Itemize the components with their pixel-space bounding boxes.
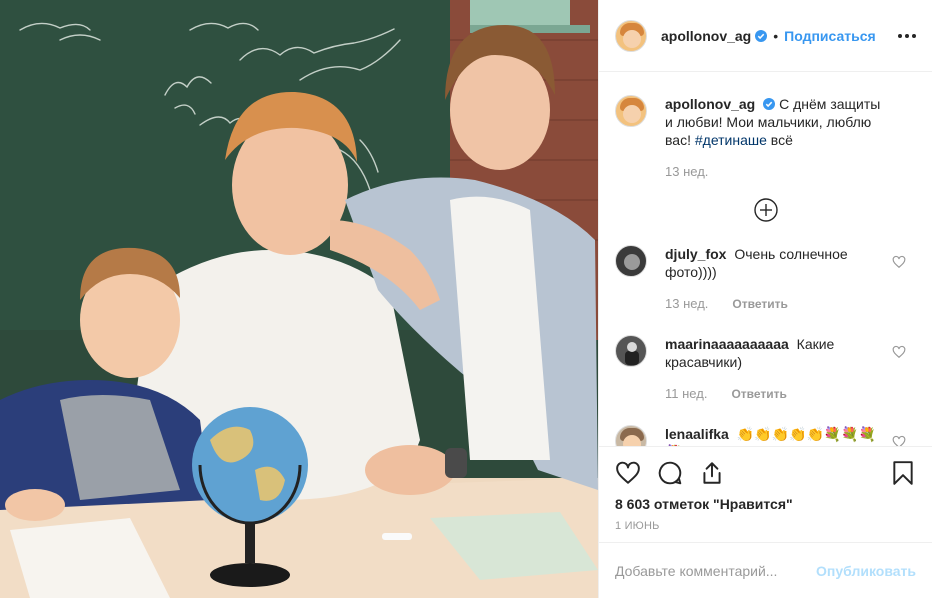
separator-dot: • bbox=[773, 27, 779, 44]
post-date[interactable]: 1 июнь bbox=[615, 520, 916, 532]
comment-like-icon[interactable] bbox=[892, 345, 906, 359]
caption-avatar[interactable] bbox=[615, 95, 647, 127]
author-username[interactable]: apollonov_ag bbox=[661, 28, 751, 44]
comment-like-icon[interactable] bbox=[892, 255, 906, 269]
load-more-comments bbox=[615, 181, 916, 223]
comment-meta: 13 нед. Ответить bbox=[665, 295, 887, 313]
verified-badge-icon bbox=[763, 98, 776, 110]
commenter-username[interactable]: maarinaaaaaaaaaa bbox=[665, 336, 789, 352]
post-side-panel: apollonov_ag • Подписаться apollonov_ag … bbox=[598, 0, 932, 598]
commenter-avatar[interactable] bbox=[615, 335, 647, 367]
add-comment-bar: Опубликовать bbox=[599, 542, 932, 598]
caption-body: apollonov_ag С днём защиты и любви! Мои … bbox=[665, 95, 887, 181]
action-icons bbox=[615, 447, 916, 499]
reply-button[interactable]: Ответить bbox=[732, 295, 787, 313]
publish-button[interactable]: Опубликовать bbox=[816, 563, 916, 579]
comment-body: lenaalifka 👏👏👏👏👏💐💐💐💐 bbox=[665, 425, 887, 446]
caption-meta: 13 нед. bbox=[665, 163, 887, 181]
comment-item: djuly_fox Очень солнечное фото)))) 13 не… bbox=[615, 223, 916, 313]
commenter-username[interactable]: djuly_fox bbox=[665, 246, 726, 262]
commenter-username[interactable]: lenaalifka bbox=[665, 426, 729, 442]
follow-button[interactable]: Подписаться bbox=[784, 28, 876, 44]
caption: apollonov_ag С днём защиты и любви! Мои … bbox=[615, 73, 916, 181]
comment-like-icon[interactable] bbox=[892, 435, 906, 446]
verified-badge-icon bbox=[755, 29, 768, 42]
comment-body: djuly_fox Очень солнечное фото)))) 13 не… bbox=[665, 245, 887, 313]
comment-item: maarinaaaaaaaaaa Какие красавчики) 11 не… bbox=[615, 313, 916, 403]
author-avatar[interactable] bbox=[615, 19, 647, 52]
reply-button[interactable]: Ответить bbox=[731, 385, 786, 403]
comment-item: lenaalifka 👏👏👏👏👏💐💐💐💐 bbox=[615, 403, 916, 446]
comment-body: maarinaaaaaaaaaa Какие красавчики) 11 не… bbox=[665, 335, 887, 403]
caption-tail: всё bbox=[770, 132, 793, 148]
like-heart-icon[interactable] bbox=[615, 460, 641, 486]
more-options-icon[interactable] bbox=[898, 28, 916, 44]
post-photo[interactable] bbox=[0, 0, 598, 598]
comment-meta: 11 нед. Ответить bbox=[665, 385, 887, 403]
post-actions: 8 603 отметок "Нравится" 1 июнь bbox=[599, 446, 932, 544]
commenter-avatar[interactable] bbox=[615, 245, 647, 277]
bookmark-icon[interactable] bbox=[890, 460, 916, 486]
share-icon[interactable] bbox=[699, 460, 725, 486]
post-header: apollonov_ag • Подписаться bbox=[599, 0, 932, 72]
caption-username[interactable]: apollonov_ag bbox=[665, 96, 755, 112]
photo-illustration bbox=[0, 0, 598, 598]
comment-input[interactable] bbox=[615, 562, 817, 579]
load-more-icon[interactable] bbox=[753, 197, 779, 223]
comment-bubble-icon[interactable] bbox=[657, 460, 683, 486]
caption-time[interactable]: 13 нед. bbox=[665, 163, 708, 181]
comment-time[interactable]: 13 нед. bbox=[665, 295, 708, 313]
comment-time[interactable]: 11 нед. bbox=[665, 385, 707, 403]
likes-count[interactable]: 8 603 отметок "Нравится" bbox=[615, 496, 916, 512]
comments-list[interactable]: apollonov_ag С днём защиты и любви! Мои … bbox=[599, 73, 932, 446]
caption-hashtag[interactable]: #детинаше bbox=[695, 132, 767, 148]
commenter-avatar[interactable] bbox=[615, 425, 647, 446]
